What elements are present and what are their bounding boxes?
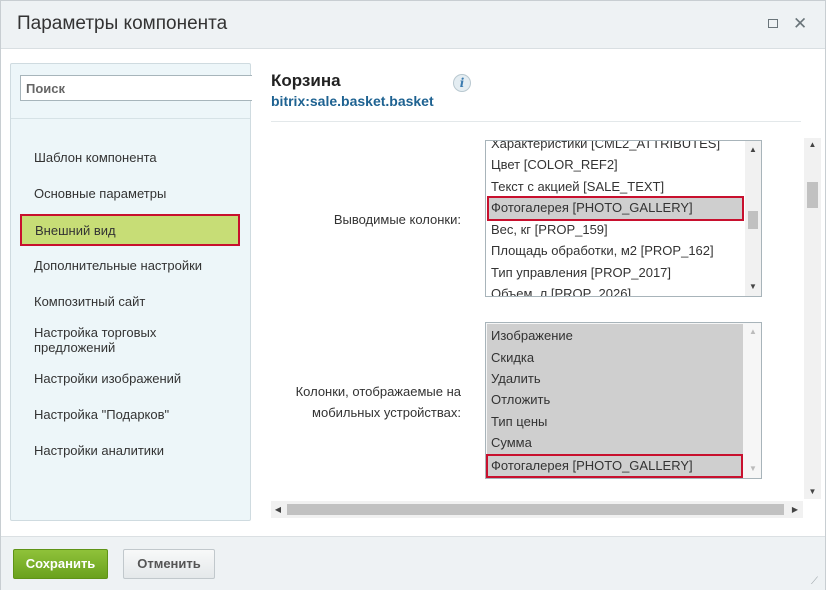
list-item-selected[interactable]: Удалить — [491, 370, 541, 388]
sidebar-item-gifts[interactable]: Настройка "Подарков" — [34, 407, 169, 422]
dialog-footer: Сохранить Отменить ⟋ — [1, 536, 825, 590]
mobile-columns-label-line1: Колонки, отображаемые на — [295, 384, 461, 399]
list-item[interactable]: Вес, кг [PROP_159] — [491, 221, 608, 239]
scroll-right-icon[interactable]: ▶ — [788, 501, 802, 518]
list-item[interactable]: Характеристики [CML2_ATTRIBUTES] — [491, 141, 720, 153]
scroll-down-icon[interactable]: ▼ — [745, 280, 761, 294]
scroll-left-icon[interactable]: ◀ — [271, 501, 285, 518]
scroll-thumb[interactable] — [807, 182, 818, 208]
maximize-icon[interactable] — [766, 17, 780, 31]
dialog-titlebar[interactable]: Параметры компонента ✕ — [1, 1, 825, 49]
dialog-title: Параметры компонента — [17, 13, 228, 34]
list-item-selected[interactable]: Изображение — [491, 327, 573, 345]
list-item[interactable]: Объем, л [PROP_2026] — [491, 285, 631, 296]
sidebar-item-appearance[interactable]: Внешний вид — [20, 214, 240, 246]
sidebar-item-label: Внешний вид — [35, 223, 116, 238]
listbox-scrollbar[interactable]: ▲ ▼ — [745, 323, 761, 478]
sidebar-item-template[interactable]: Шаблон компонента — [34, 150, 157, 165]
resize-grip-icon[interactable]: ⟋ — [811, 577, 821, 587]
sidebar-item-offers[interactable]: Настройка торговых предложений — [34, 325, 184, 355]
sidebar-item-main-params[interactable]: Основные параметры — [34, 186, 166, 201]
cancel-button[interactable]: Отменить — [123, 549, 215, 579]
sidebar-item-composite[interactable]: Композитный сайт — [34, 294, 145, 309]
sidebar-item-analytics[interactable]: Настройки аналитики — [34, 443, 164, 458]
component-code: bitrix:sale.basket.basket — [271, 93, 434, 109]
sidebar: Шаблон компонента Основные параметры Вне… — [10, 63, 252, 521]
columns-label: Выводимые колонки: — [333, 212, 461, 227]
mobile-columns-listbox[interactable]: Изображение Скидка Удалить Отложить Тип … — [485, 322, 762, 479]
main-horizontal-scrollbar[interactable]: ◀ ▶ — [271, 501, 803, 518]
header-divider — [271, 121, 801, 122]
list-item[interactable]: Площадь обработки, м2 [PROP_162] — [491, 242, 714, 260]
scroll-up-icon[interactable]: ▲ — [745, 325, 761, 339]
scroll-thumb[interactable] — [748, 211, 758, 229]
list-item-selected[interactable]: Отложить — [491, 391, 550, 409]
close-icon[interactable]: ✕ — [793, 15, 807, 32]
list-item-selected[interactable]: Тип цены — [491, 413, 547, 431]
highlight-frame — [487, 196, 744, 221]
scroll-down-icon[interactable]: ▼ — [745, 462, 761, 476]
scroll-thumb[interactable] — [287, 504, 784, 515]
mobile-columns-label: Колонки, отображаемые на мобильных устро… — [271, 381, 461, 423]
info-icon[interactable]: i — [453, 74, 471, 92]
highlight-frame — [486, 454, 743, 478]
search-box — [20, 75, 252, 103]
search-input[interactable] — [20, 75, 252, 101]
list-item-selected[interactable]: Сумма — [491, 434, 532, 452]
save-button[interactable]: Сохранить — [13, 549, 108, 579]
list-item[interactable]: Тип управления [PROP_2017] — [491, 264, 671, 282]
component-title: Корзина — [271, 71, 341, 90]
listbox-scrollbar[interactable]: ▲ ▼ — [745, 141, 761, 296]
list-item-selected[interactable]: Скидка — [491, 349, 534, 367]
scroll-up-icon[interactable]: ▲ — [804, 138, 821, 152]
component-parameters-dialog: Параметры компонента ✕ Шаблон компонента… — [0, 0, 826, 590]
sidebar-divider — [11, 118, 250, 119]
sidebar-item-additional[interactable]: Дополнительные настройки — [34, 258, 202, 273]
scroll-up-icon[interactable]: ▲ — [745, 143, 761, 157]
columns-listbox[interactable]: Характеристики [CML2_ATTRIBUTES] Цвет [C… — [485, 140, 762, 297]
list-item[interactable]: Текст с акцией [SALE_TEXT] — [491, 178, 664, 196]
sidebar-item-images[interactable]: Настройки изображений — [34, 371, 181, 386]
main-vertical-scrollbar[interactable]: ▲ ▼ — [804, 138, 821, 499]
list-item[interactable]: Цвет [COLOR_REF2] — [491, 156, 618, 174]
scroll-down-icon[interactable]: ▼ — [804, 485, 821, 499]
mobile-columns-label-line2: мобильных устройствах: — [312, 405, 461, 420]
